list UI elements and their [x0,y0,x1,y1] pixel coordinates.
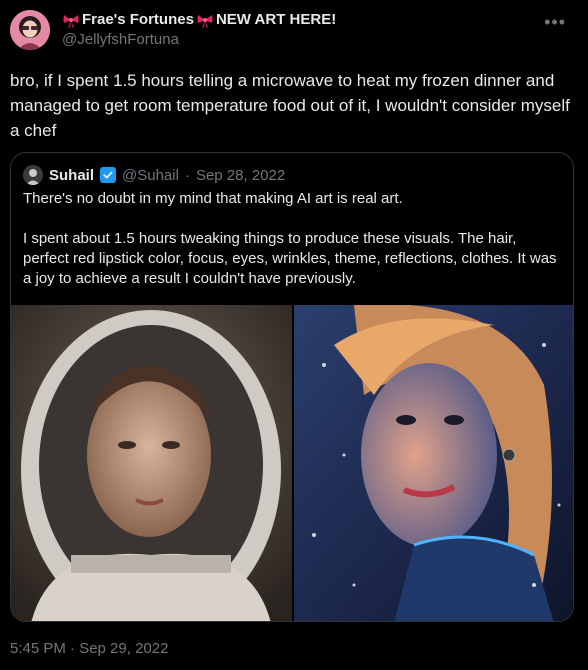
bow-icon [63,15,79,28]
tweet-text: bro, if I spent 1.5 hours telling a micr… [10,71,570,140]
space-woman-portrait-image[interactable] [294,305,573,621]
quote-media-grid [11,305,573,621]
astronaut-portrait-image[interactable] [11,305,292,621]
tweet: Frae's Fortunes NEW ART HERE! @JellyfshF… [0,0,588,670]
quote-header: Suhail @Suhail · Sep 28, 2022 [23,165,285,185]
author-block: Frae's Fortunes NEW ART HERE! @JellyfshF… [62,11,336,50]
quote-paragraph: There's no doubt in my mind that making … [23,190,403,207]
quote-avatar [23,165,43,185]
author-handle[interactable]: @JellyfshFortuna [62,30,336,50]
tweet-timestamp[interactable]: 5:45 PM · Sep 29, 2022 [10,640,168,657]
quote-date: Sep 28, 2022 [195,166,286,184]
quote-separator: · [184,166,190,184]
verified-badge-icon [100,167,117,183]
display-name-tail: NEW ART HERE! [215,11,337,28]
display-name-text: Frae's Fortunes [82,11,194,28]
display-name[interactable]: Frae's Fortunes NEW ART HERE! [62,11,336,29]
quote-paragraph: I spent about 1.5 hours tweaking things … [23,230,557,287]
quote-author-handle: @Suhail [122,166,179,184]
avatar-illustration [10,10,50,50]
avatar[interactable] [10,10,50,50]
bow-icon [197,15,213,28]
quote-text: There's no doubt in my mind that making … [23,189,563,289]
more-options-icon[interactable]: ••• [544,12,566,33]
quote-author-name: Suhail [49,166,95,184]
quote-tweet-card[interactable]: Suhail @Suhail · Sep 28, 2022 There's no… [10,152,574,622]
